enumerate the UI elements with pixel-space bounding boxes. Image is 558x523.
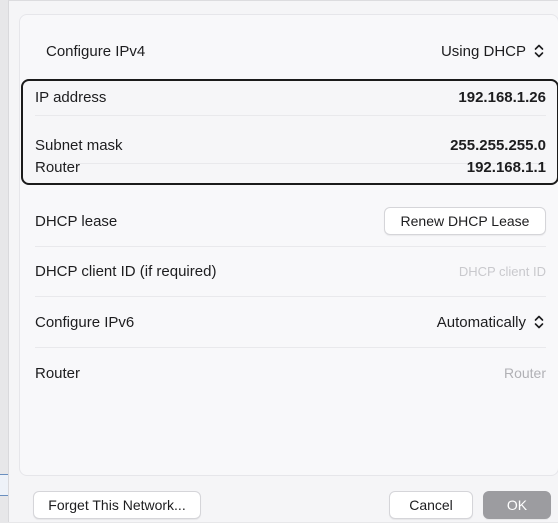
ip-address-label: IP address bbox=[35, 88, 107, 106]
configure-ipv6-select[interactable]: Automatically bbox=[437, 314, 558, 331]
router-value: 192.168.1.1 bbox=[466, 158, 546, 176]
ok-button[interactable]: OK bbox=[483, 491, 551, 519]
ip-address-row: IP address 192.168.1.26 bbox=[19, 79, 558, 115]
configure-ipv6-value: Automatically bbox=[436, 313, 526, 331]
ip-address-value: 192.168.1.26 bbox=[458, 88, 546, 106]
renew-dhcp-lease-button[interactable]: Renew DHCP Lease bbox=[384, 207, 546, 235]
row-divider bbox=[35, 296, 546, 297]
dhcp-lease-row: DHCP lease Renew DHCP Lease bbox=[19, 201, 558, 241]
ipv6-router-label: Router bbox=[35, 364, 81, 382]
configure-ipv4-label: Configure IPv4 bbox=[46, 42, 146, 60]
router-label: Router bbox=[35, 158, 81, 176]
tcpip-settings-sheet: Configure IPv4 Using DHCP IP address 192… bbox=[8, 0, 558, 522]
up-down-chevron-icon bbox=[534, 44, 544, 58]
row-divider bbox=[35, 246, 546, 247]
dhcp-client-id-row: DHCP client ID (if required) DHCP client… bbox=[19, 251, 558, 291]
dhcp-client-id-label: DHCP client ID (if required) bbox=[35, 262, 217, 280]
configure-ipv6-label: Configure IPv6 bbox=[35, 313, 135, 331]
ipv6-router-value: Router bbox=[503, 365, 546, 381]
cancel-button[interactable]: Cancel bbox=[389, 491, 473, 519]
dhcp-client-id-input[interactable]: DHCP client ID bbox=[459, 264, 558, 279]
configure-ipv4-row: Configure IPv4 Using DHCP bbox=[30, 31, 558, 71]
row-divider bbox=[35, 115, 546, 116]
configure-ipv4-select[interactable]: Using DHCP bbox=[441, 43, 558, 60]
dialog-footer: Forget This Network... Cancel OK bbox=[9, 481, 558, 523]
configure-ipv4-value: Using DHCP bbox=[440, 42, 526, 60]
configure-ipv6-row: Configure IPv6 Automatically bbox=[19, 302, 558, 342]
ipv6-router-row: Router Router bbox=[19, 353, 558, 393]
router-row-content: Router 192.168.1.1 bbox=[19, 147, 558, 187]
row-divider bbox=[35, 347, 546, 348]
up-down-chevron-icon bbox=[534, 315, 544, 329]
forget-network-button[interactable]: Forget This Network... bbox=[33, 491, 201, 519]
dhcp-lease-label: DHCP lease bbox=[35, 212, 118, 230]
